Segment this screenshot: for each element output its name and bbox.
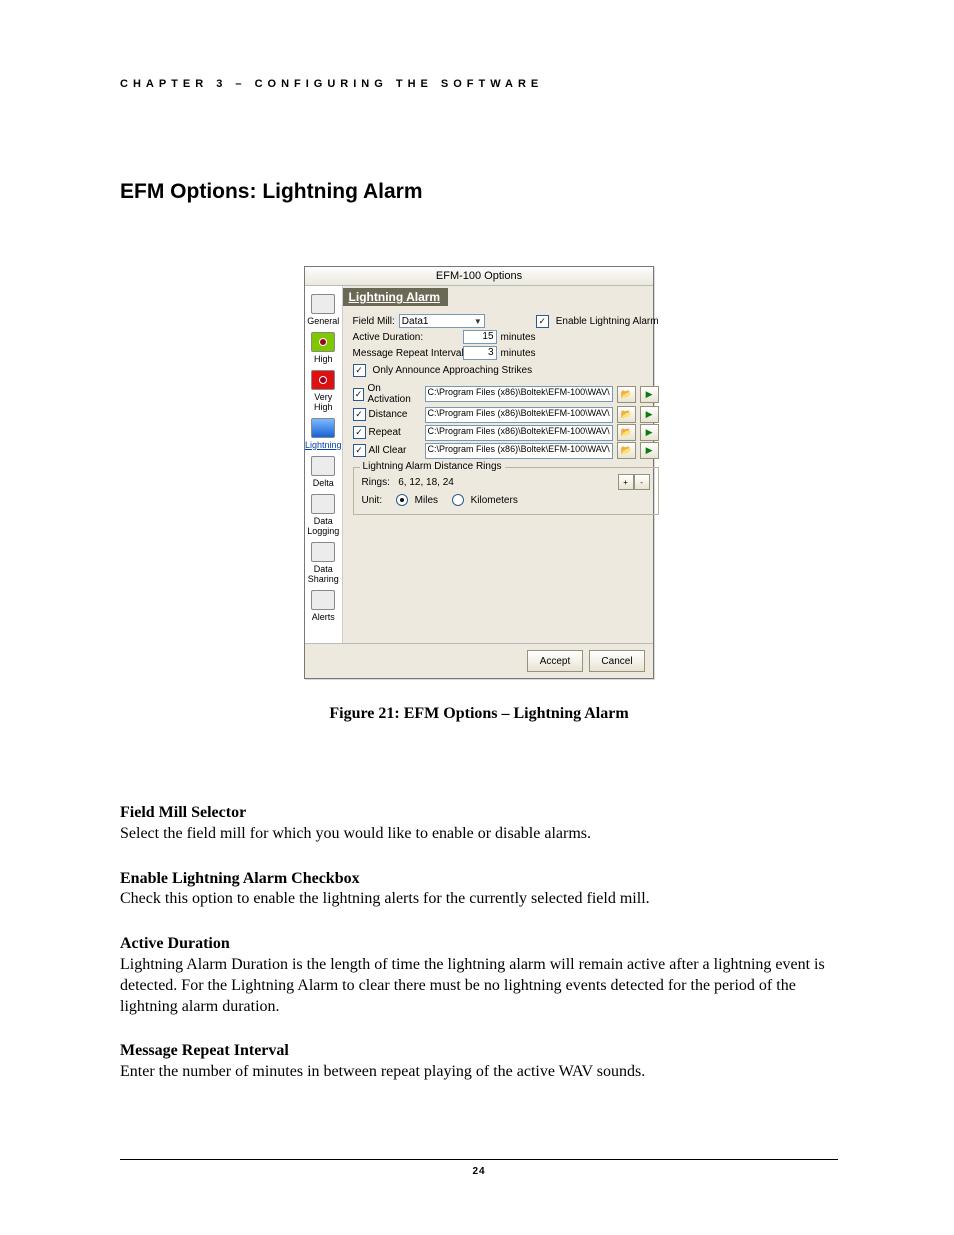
- announce-label: Only Announce Approaching Strikes: [373, 365, 533, 376]
- sound-row-distance: ✓Distance C:\Program Files (x86)\Boltek\E…: [353, 406, 659, 423]
- high-icon: [311, 332, 335, 352]
- paragraph-title: Enable Lightning Alarm Checkbox: [120, 870, 360, 887]
- body-paragraph: Active Duration Lightning Alarm Duration …: [120, 934, 838, 1017]
- sidebar-item-alerts[interactable]: Alerts: [305, 588, 342, 626]
- paragraph-text: Check this option to enable the lightnin…: [120, 890, 650, 907]
- cancel-button[interactable]: Cancel: [589, 650, 645, 672]
- announce-checkbox[interactable]: ✓: [353, 364, 366, 377]
- very-high-icon: [311, 370, 335, 390]
- sidebar-item-label: Alerts: [305, 612, 342, 622]
- page-number: 24: [472, 1166, 485, 1177]
- unit-label: Unit:: [362, 495, 383, 506]
- unit-miles-radio[interactable]: [396, 494, 408, 506]
- data-logging-icon: [311, 494, 335, 514]
- body-paragraph: Enable Lightning Alarm Checkbox Check thi…: [120, 869, 838, 911]
- sidebar-item-label: Lightning: [305, 440, 342, 450]
- active-duration-input[interactable]: 15: [463, 330, 497, 344]
- sidebar: General High Very High Lightning Delta Data L…: [305, 286, 343, 643]
- play-icon[interactable]: ▶: [640, 424, 659, 441]
- field-mill-label: Field Mill:: [353, 316, 395, 327]
- sound-row-repeat: ✓Repeat C:\Program Files (x86)\Boltek\EFM…: [353, 424, 659, 441]
- sound-label: On Activation: [367, 383, 420, 405]
- sidebar-item-label: Data Logging: [305, 516, 342, 536]
- paragraph-title: Active Duration: [120, 935, 230, 952]
- browse-icon[interactable]: 📂: [617, 424, 636, 441]
- alerts-icon: [311, 590, 335, 610]
- panel-title: Lightning Alarm: [343, 288, 449, 306]
- sidebar-item-label: General: [305, 316, 342, 326]
- sound-checkbox[interactable]: ✓: [353, 388, 365, 401]
- sidebar-item-label: Very High: [305, 392, 342, 412]
- enable-checkbox[interactable]: ✓: [536, 315, 549, 328]
- sound-row-on-activation: ✓On Activation C:\Program Files (x86)\Bol…: [353, 383, 659, 405]
- accept-button[interactable]: Accept: [527, 650, 583, 672]
- general-icon: [311, 294, 335, 314]
- sidebar-item-very-high[interactable]: Very High: [305, 368, 342, 416]
- sound-checkbox[interactable]: ✓: [353, 426, 366, 439]
- chapter-header: CHAPTER 3 – CONFIGURING THE SOFTWARE: [120, 78, 838, 90]
- dialog-title: EFM-100 Options: [305, 267, 653, 286]
- sound-checkbox[interactable]: ✓: [353, 444, 366, 457]
- sound-checkbox[interactable]: ✓: [353, 408, 366, 421]
- rings-label: Rings:: [362, 477, 390, 488]
- paragraph-text: Select the field mill for which you woul…: [120, 825, 591, 842]
- sidebar-item-label: High: [305, 354, 342, 364]
- sidebar-item-high[interactable]: High: [305, 330, 342, 368]
- sound-path-input[interactable]: C:\Program Files (x86)\Boltek\EFM-100\WA…: [425, 386, 613, 402]
- enable-label: Enable Lightning Alarm: [556, 316, 659, 327]
- browse-icon[interactable]: 📂: [617, 442, 636, 459]
- chevron-down-icon: ▼: [474, 317, 482, 326]
- repeat-interval-unit: minutes: [501, 348, 536, 359]
- sound-row-all-clear: ✓All Clear C:\Program Files (x86)\Boltek\…: [353, 442, 659, 459]
- sidebar-item-delta[interactable]: Delta: [305, 454, 342, 492]
- active-duration-unit: minutes: [501, 332, 536, 343]
- browse-icon[interactable]: 📂: [617, 406, 636, 423]
- field-mill-select[interactable]: Data1 ▼: [399, 314, 485, 328]
- paragraph-title: Field Mill Selector: [120, 804, 246, 821]
- play-icon[interactable]: ▶: [640, 442, 659, 459]
- sound-path-input[interactable]: C:\Program Files (x86)\Boltek\EFM-100\WA…: [425, 425, 613, 441]
- unit-km-label: Kilometers: [471, 495, 518, 506]
- sidebar-item-label: Delta: [305, 478, 342, 488]
- play-icon[interactable]: ▶: [640, 406, 659, 423]
- sound-path-input[interactable]: C:\Program Files (x86)\Boltek\EFM-100\WA…: [425, 407, 613, 423]
- play-icon[interactable]: ▶: [640, 386, 659, 403]
- sound-label: All Clear: [369, 445, 407, 456]
- repeat-interval-input[interactable]: 3: [463, 346, 497, 360]
- sound-label: Distance: [369, 409, 408, 420]
- body-paragraph: Field Mill Selector Select the field mill…: [120, 803, 838, 845]
- sidebar-item-label: Data Sharing: [305, 564, 342, 584]
- browse-icon[interactable]: 📂: [617, 386, 636, 403]
- repeat-interval-label: Message Repeat Interval:: [353, 348, 459, 359]
- sidebar-item-data-logging[interactable]: Data Logging: [305, 492, 342, 540]
- lightning-icon: [311, 418, 335, 438]
- unit-miles-label: Miles: [415, 495, 438, 506]
- rings-remove-button[interactable]: -: [634, 474, 650, 490]
- rings-value: 6, 12, 18, 24: [398, 477, 454, 488]
- data-sharing-icon: [311, 542, 335, 562]
- unit-km-radio[interactable]: [452, 494, 464, 506]
- page-footer: 24: [120, 1159, 838, 1177]
- field-mill-value: Data1: [402, 316, 429, 327]
- paragraph-text: Enter the number of minutes in between r…: [120, 1063, 645, 1080]
- sound-label: Repeat: [369, 427, 401, 438]
- rings-add-button[interactable]: +: [618, 474, 634, 490]
- figure-caption: Figure 21: EFM Options – Lightning Alarm: [120, 705, 838, 723]
- sound-path-input[interactable]: C:\Program Files (x86)\Boltek\EFM-100\WA…: [425, 443, 613, 459]
- screenshot-figure: EFM-100 Options General High Very High Ligh…: [120, 266, 838, 679]
- paragraph-text: Lightning Alarm Duration is the length o…: [120, 956, 825, 1015]
- options-dialog: EFM-100 Options General High Very High Ligh…: [304, 266, 654, 679]
- sidebar-item-general[interactable]: General: [305, 292, 342, 330]
- section-title: EFM Options: Lightning Alarm: [120, 180, 838, 204]
- active-duration-label: Active Duration:: [353, 332, 459, 343]
- paragraph-title: Message Repeat Interval: [120, 1042, 289, 1059]
- sidebar-item-data-sharing[interactable]: Data Sharing: [305, 540, 342, 588]
- rings-group-title: Lightning Alarm Distance Rings: [360, 461, 505, 472]
- body-paragraph: Message Repeat Interval Enter the number …: [120, 1041, 838, 1083]
- sidebar-item-lightning[interactable]: Lightning: [305, 416, 342, 454]
- delta-icon: [311, 456, 335, 476]
